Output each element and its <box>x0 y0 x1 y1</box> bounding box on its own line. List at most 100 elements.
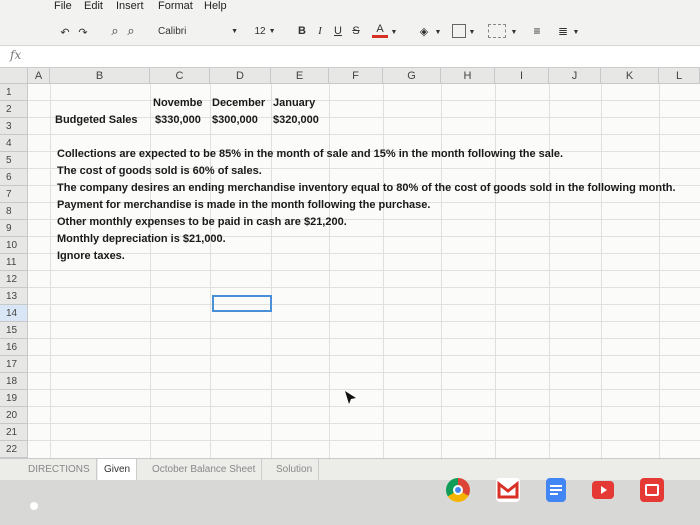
row-header[interactable]: 19 <box>0 390 28 407</box>
cell-b7[interactable]: The company desires an ending merchandis… <box>57 180 676 197</box>
row-header[interactable]: 2 <box>0 101 28 118</box>
menu-help[interactable]: Help <box>204 0 227 12</box>
column-header-d[interactable]: D <box>210 68 271 84</box>
menu-edit[interactable]: Edit <box>84 0 103 12</box>
row-header[interactable]: 20 <box>0 407 28 424</box>
row-header[interactable]: 1 <box>0 84 28 101</box>
cell-d2[interactable]: December <box>212 95 265 112</box>
selected-cell[interactable] <box>212 295 272 312</box>
font-select[interactable]: Calibri ▼ <box>154 23 244 40</box>
italic-button[interactable]: I <box>314 24 326 38</box>
fill-color-icon[interactable]: ◈ <box>416 24 432 38</box>
redo-icon[interactable]: ↷ <box>76 25 90 39</box>
menu-file[interactable]: File <box>54 0 72 12</box>
cell-b8[interactable]: Payment for merchandise is made in the m… <box>57 197 430 214</box>
row-header[interactable]: 21 <box>0 424 28 441</box>
chrome-icon[interactable] <box>446 478 470 502</box>
row-header[interactable]: 3 <box>0 118 28 135</box>
files-icon[interactable] <box>640 478 664 502</box>
row-header-selected[interactable]: 14 <box>0 305 28 322</box>
wrap-text-icon[interactable]: ≣ <box>556 24 570 38</box>
font-size-select[interactable]: 12 ▼ <box>250 23 280 40</box>
row-header[interactable]: 18 <box>0 373 28 390</box>
gridline <box>28 389 700 390</box>
chevron-down-icon: ▼ <box>231 28 238 35</box>
chevron-down-icon[interactable]: ▼ <box>390 25 398 39</box>
cell-b11[interactable]: Ignore taxes. <box>57 248 125 265</box>
row-header[interactable]: 11 <box>0 254 28 271</box>
row-header[interactable]: 9 <box>0 220 28 237</box>
gridline <box>28 338 700 339</box>
docs-icon[interactable] <box>546 478 566 502</box>
chevron-down-icon[interactable]: ▼ <box>510 25 518 39</box>
cell-b9[interactable]: Other monthly expenses to be paid in cas… <box>57 214 347 231</box>
text-color-button[interactable]: A <box>372 23 388 38</box>
menu-format[interactable]: Format <box>158 0 193 12</box>
column-header-f[interactable]: F <box>329 68 383 84</box>
merge-cells-icon[interactable] <box>488 24 506 38</box>
gridline <box>495 84 496 458</box>
row-header[interactable]: 7 <box>0 186 28 203</box>
cell-c2[interactable]: Novembe <box>153 95 208 112</box>
row-header[interactable]: 15 <box>0 322 28 339</box>
spreadsheet-grid[interactable] <box>28 84 700 458</box>
borders-icon[interactable] <box>452 24 466 38</box>
chevron-down-icon[interactable]: ▼ <box>572 25 580 39</box>
underline-button[interactable]: U <box>332 24 344 38</box>
tab-october-balance-sheet[interactable]: October Balance Sheet <box>146 459 263 480</box>
column-header-h[interactable]: H <box>441 68 495 84</box>
strikethrough-button[interactable]: S <box>350 24 362 38</box>
column-header-b[interactable]: B <box>50 68 150 84</box>
column-header-j[interactable]: J <box>549 68 601 84</box>
cell-b10[interactable]: Monthly depreciation is $21,000. <box>57 231 226 248</box>
gmail-icon[interactable] <box>496 478 520 502</box>
column-header-a[interactable]: A <box>28 68 50 84</box>
column-header-l[interactable]: L <box>659 68 700 84</box>
align-icon[interactable]: ≡ <box>530 24 544 38</box>
row-header[interactable]: 22 <box>0 441 28 458</box>
gridline <box>601 84 602 458</box>
bold-button[interactable]: B <box>296 24 308 38</box>
gridline <box>210 84 211 458</box>
column-header-e[interactable]: E <box>271 68 329 84</box>
cell-b3[interactable]: Budgeted Sales <box>55 112 138 129</box>
cell-c3[interactable]: $330,000 <box>155 112 201 129</box>
launcher-icon[interactable] <box>30 502 38 510</box>
cell-e2[interactable]: January <box>273 95 315 112</box>
gridline <box>28 355 700 356</box>
menu-insert[interactable]: Insert <box>116 0 144 12</box>
cell-b5[interactable]: Collections are expected to be 85% in th… <box>57 146 563 163</box>
tab-directions[interactable]: DIRECTIONS <box>22 459 97 480</box>
undo-icon[interactable]: ↶ <box>58 25 72 39</box>
select-all-corner[interactable] <box>0 68 28 84</box>
gridline <box>271 84 272 458</box>
tab-solution[interactable]: Solution <box>270 459 320 480</box>
gridline <box>28 423 700 424</box>
column-header-i[interactable]: I <box>495 68 549 84</box>
cell-d3[interactable]: $300,000 <box>212 112 258 129</box>
column-header-g[interactable]: G <box>383 68 441 84</box>
row-header[interactable]: 4 <box>0 135 28 152</box>
youtube-icon[interactable] <box>592 481 614 499</box>
cell-e3[interactable]: $320,000 <box>273 112 319 129</box>
row-header[interactable]: 17 <box>0 356 28 373</box>
row-header[interactable]: 10 <box>0 237 28 254</box>
chevron-down-icon[interactable]: ▼ <box>434 25 442 39</box>
row-header[interactable]: 16 <box>0 339 28 356</box>
row-header[interactable]: 6 <box>0 169 28 186</box>
gridline <box>28 270 700 271</box>
formula-bar[interactable]: fx <box>0 46 700 68</box>
row-header[interactable]: 13 <box>0 288 28 305</box>
zoom-out-icon[interactable]: ⌕ <box>124 23 138 38</box>
row-header[interactable]: 5 <box>0 152 28 169</box>
tab-given[interactable]: Given <box>98 459 138 480</box>
row-header[interactable]: 8 <box>0 203 28 220</box>
column-header-c[interactable]: C <box>150 68 210 84</box>
gridline <box>28 287 700 288</box>
chevron-down-icon[interactable]: ▼ <box>468 25 476 39</box>
cell-b6[interactable]: The cost of goods sold is 60% of sales. <box>57 163 262 180</box>
column-header-k[interactable]: K <box>601 68 659 84</box>
row-header[interactable]: 12 <box>0 271 28 288</box>
gridline <box>28 406 700 407</box>
zoom-in-icon[interactable]: ⌕ <box>108 23 122 38</box>
